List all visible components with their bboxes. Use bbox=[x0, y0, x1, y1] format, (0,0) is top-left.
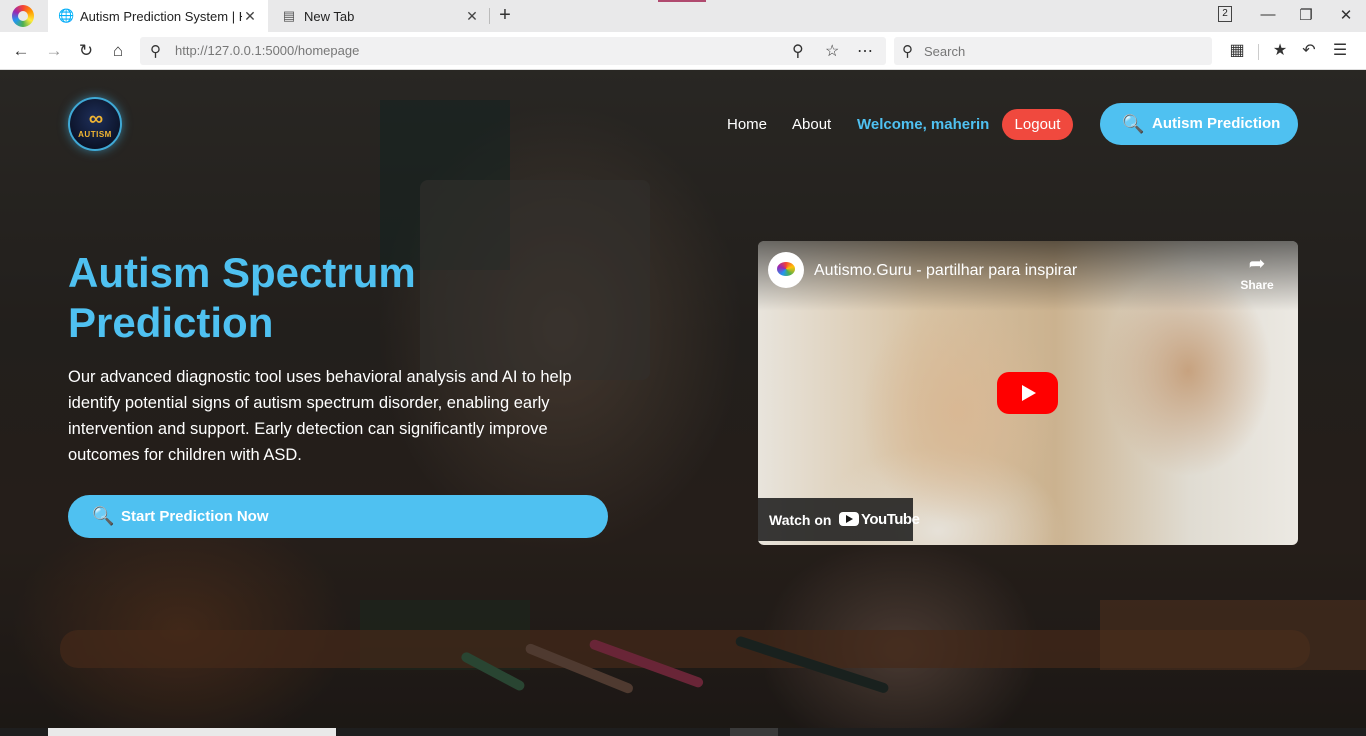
share-icon: ➦ bbox=[1248, 253, 1266, 275]
search-icon: 🔍 bbox=[92, 506, 115, 526]
taskbar-thumbnail[interactable] bbox=[48, 728, 336, 736]
tab-separator bbox=[489, 8, 490, 24]
newtab-icon: ▤ bbox=[282, 8, 296, 23]
close-icon[interactable]: ✕ bbox=[464, 8, 480, 25]
search-icon: 🔍 bbox=[1122, 114, 1145, 134]
start-prediction-button[interactable]: 🔍 Start Prediction Now bbox=[68, 495, 608, 538]
history-icon[interactable]: ↶ bbox=[1298, 40, 1320, 62]
infinity-icon: ∞ bbox=[88, 108, 103, 130]
address-bar[interactable]: ⚲ http://127.0.0.1:5000/homepage ⚲ ☆ ⋯ bbox=[140, 37, 886, 65]
logout-button[interactable]: Logout bbox=[1002, 109, 1073, 140]
play-button[interactable] bbox=[997, 372, 1058, 414]
button-label: Start Prediction Now bbox=[121, 508, 269, 525]
close-icon[interactable]: ✕ bbox=[242, 8, 258, 25]
tab-count-badge[interactable]: 2 bbox=[1218, 6, 1232, 22]
menu-icon[interactable]: ☰ bbox=[1329, 40, 1351, 62]
watch-on-label: Watch on bbox=[769, 512, 832, 528]
page-viewport: ∞ AUTISM Home About Welcome, maherin Log… bbox=[0, 70, 1366, 736]
search-bar[interactable]: ⚲ bbox=[894, 37, 1212, 65]
globe-icon: 🌐 bbox=[58, 8, 75, 23]
home-icon[interactable]: ⌂ bbox=[107, 40, 129, 62]
search-icon: ⚲ bbox=[902, 43, 913, 60]
search-input[interactable] bbox=[924, 41, 1194, 61]
share-button[interactable]: ➦ Share bbox=[1234, 251, 1280, 292]
toolbar-separator bbox=[1258, 44, 1259, 60]
minimize-icon[interactable]: — bbox=[1258, 6, 1278, 23]
site-logo[interactable]: ∞ AUTISM bbox=[68, 97, 122, 151]
logo-text: AUTISM bbox=[78, 130, 112, 139]
more-icon[interactable]: ⋯ bbox=[857, 41, 873, 61]
browser-nav-bar: ← → ↻ ⌂ ⚲ http://127.0.0.1:5000/homepage… bbox=[0, 32, 1366, 70]
share-label: Share bbox=[1240, 278, 1274, 292]
youtube-wordmark: YouTube bbox=[861, 511, 920, 528]
apps-grid-icon[interactable]: ▦ bbox=[1226, 40, 1248, 62]
button-label: Autism Prediction bbox=[1152, 115, 1281, 132]
close-window-icon[interactable]: ✕ bbox=[1336, 6, 1356, 24]
taskbar-item[interactable] bbox=[730, 728, 778, 736]
tab-title: New Tab bbox=[304, 8, 355, 24]
channel-avatar[interactable] bbox=[768, 252, 804, 288]
new-tab-button[interactable]: + bbox=[494, 4, 516, 26]
favorites-icon[interactable]: ★ bbox=[1269, 40, 1291, 62]
search-icon: ⚲ bbox=[150, 43, 161, 60]
video-title[interactable]: Autismo.Guru - partilhar para inspirar bbox=[814, 262, 1077, 280]
url-text[interactable]: http://127.0.0.1:5000/homepage bbox=[175, 43, 359, 58]
autism-prediction-button[interactable]: 🔍 Autism Prediction bbox=[1100, 103, 1298, 145]
tab-autism-prediction[interactable]: 🌐 Autism Prediction System | Ho ✕ bbox=[48, 0, 268, 32]
restore-icon[interactable]: ❐ bbox=[1296, 6, 1316, 24]
tab-new-tab[interactable]: ▤ New Tab ✕ bbox=[272, 0, 490, 32]
nav-about[interactable]: About bbox=[792, 116, 831, 133]
tab-indicator bbox=[658, 0, 706, 2]
zoom-icon[interactable]: ⚲ bbox=[792, 41, 804, 61]
hero-title: Autism Spectrum Prediction bbox=[68, 249, 416, 346]
welcome-text: Welcome, maherin bbox=[857, 116, 990, 133]
hero-description: Our advanced diagnostic tool uses behavi… bbox=[68, 368, 572, 464]
reload-icon[interactable]: ↻ bbox=[75, 40, 97, 62]
browser-logo-icon[interactable] bbox=[12, 5, 34, 27]
forward-icon[interactable]: → bbox=[43, 40, 65, 62]
youtube-video-embed[interactable]: Autismo.Guru - partilhar para inspirar ➦… bbox=[758, 241, 1298, 545]
nav-home[interactable]: Home bbox=[727, 116, 767, 133]
browser-tab-bar: 🌐 Autism Prediction System | Ho ✕ ▤ New … bbox=[0, 0, 1366, 32]
tab-title: Autism Prediction System | Ho bbox=[80, 8, 242, 24]
star-icon[interactable]: ☆ bbox=[825, 41, 839, 61]
youtube-logo-icon bbox=[839, 512, 859, 526]
watch-on-youtube-button[interactable]: Watch on YouTube bbox=[758, 498, 920, 541]
back-icon[interactable]: ← bbox=[10, 40, 32, 62]
